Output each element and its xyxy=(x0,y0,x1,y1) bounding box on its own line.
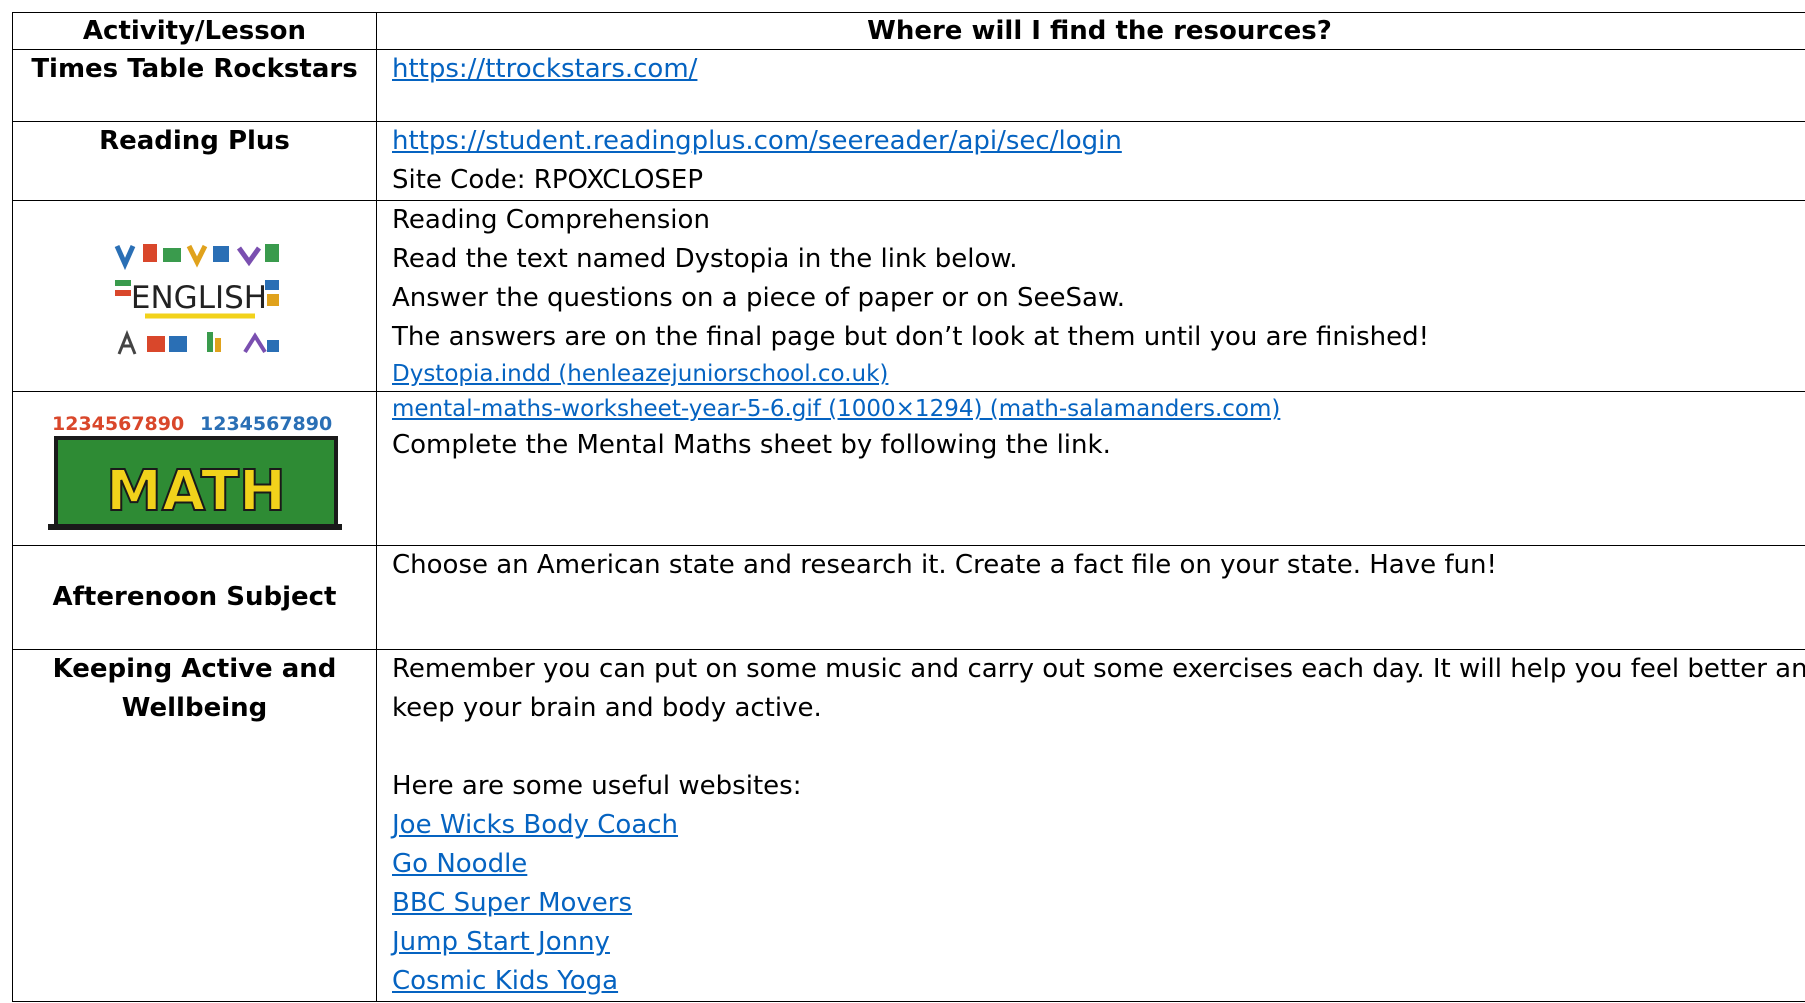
cell-reading-plus: https://student.readingplus.com/seereade… xyxy=(376,121,1805,201)
label-ttr-text: Times Table Rockstars xyxy=(31,54,358,84)
label-reading-plus-text: Reading Plus xyxy=(99,126,290,156)
label-active: Keeping Active and Wellbeing xyxy=(12,649,377,1002)
math-line-1: Complete the Mental Maths sheet by follo… xyxy=(392,430,1111,460)
table-row-reading-plus: Reading Plus https://student.readingplus… xyxy=(12,121,1805,201)
table-row-afternoon: Afterenoon Subject Choose an American st… xyxy=(12,545,1805,650)
resources-table: Activity/Lesson Where will I find the re… xyxy=(12,12,1805,1002)
english-line-1: Reading Comprehension xyxy=(392,205,710,235)
math-image: 1234567890 1234567890 MATH xyxy=(47,413,342,530)
table-row-ttr: Times Table Rockstars https://ttrockstar… xyxy=(12,49,1805,122)
header-activity: Activity/Lesson xyxy=(12,12,377,50)
english-line-3: Answer the questions on a piece of paper… xyxy=(392,283,1126,313)
document-page: Activity/Lesson Where will I find the re… xyxy=(0,0,1805,1003)
mental-maths-link[interactable]: mental-maths-worksheet-year-5-6.gif (100… xyxy=(392,392,1805,426)
active-line-2: keep your brain and body active. xyxy=(392,693,822,723)
table-row-active: Keeping Active and Wellbeing Remember yo… xyxy=(12,649,1805,1002)
table-row-english: ENGLISH Reading Comprehension Read the t… xyxy=(12,200,1805,392)
table-header-row: Activity/Lesson Where will I find the re… xyxy=(12,12,1805,50)
afternoon-line-1: Choose an American state and research it… xyxy=(392,550,1497,580)
label-active-line-2: Wellbeing xyxy=(121,693,268,723)
bbc-super-movers-link[interactable]: BBC Super Movers xyxy=(392,884,1805,923)
math-numbers: 1234567890 xyxy=(52,413,184,435)
cell-active: Remember you can put on some music and c… xyxy=(376,649,1805,1002)
label-ttr: Times Table Rockstars xyxy=(12,49,377,122)
english-line-4: The answers are on the final page but do… xyxy=(392,322,1430,352)
joe-wicks-link[interactable]: Joe Wicks Body Coach xyxy=(392,806,1805,845)
cell-afternoon: Choose an American state and research it… xyxy=(376,545,1805,650)
ttr-link[interactable]: https://ttrockstars.com/ xyxy=(392,50,1805,89)
english-line-2: Read the text named Dystopia in the link… xyxy=(392,244,1018,274)
english-image-text: ENGLISH xyxy=(130,280,266,316)
english-doodles-top xyxy=(114,244,279,271)
english-image: ENGLISH xyxy=(114,244,279,355)
label-afternoon: Afterenoon Subject xyxy=(12,545,377,650)
math-numbers-repeat: 1234567890 xyxy=(200,413,332,435)
math-image-text: MATH xyxy=(106,459,286,524)
go-noodle-link[interactable]: Go Noodle xyxy=(392,845,1805,884)
cell-english: Reading Comprehension Read the text name… xyxy=(376,200,1805,392)
dystopia-link[interactable]: Dystopia.indd (henleazejuniorschool.co.u… xyxy=(392,357,1805,391)
cosmic-kids-yoga-link[interactable]: Cosmic Kids Yoga xyxy=(392,962,1805,1001)
english-image-cell: ENGLISH xyxy=(12,200,377,392)
cell-math: mental-maths-worksheet-year-5-6.gif (100… xyxy=(376,391,1805,546)
site-code-text: Site Code: RPOXCLOSEP xyxy=(392,165,704,195)
header-resources: Where will I find the resources? xyxy=(376,12,1805,50)
active-line-3: Here are some useful websites: xyxy=(392,771,802,801)
cell-ttr: https://ttrockstars.com/ xyxy=(376,49,1805,122)
jump-start-jonny-link[interactable]: Jump Start Jonny xyxy=(392,923,1805,962)
reading-plus-link[interactable]: https://student.readingplus.com/seereade… xyxy=(392,122,1805,161)
table-row-math: 1234567890 1234567890 MATH mental-maths-… xyxy=(12,391,1805,546)
label-active-line-1: Keeping Active and xyxy=(52,654,337,684)
math-image-cell: 1234567890 1234567890 MATH xyxy=(12,391,377,546)
english-doodles-bottom xyxy=(117,329,279,355)
label-afternoon-text: Afterenoon Subject xyxy=(52,582,337,612)
active-line-1: Remember you can put on some music and c… xyxy=(392,654,1805,684)
label-reading-plus: Reading Plus xyxy=(12,121,377,201)
